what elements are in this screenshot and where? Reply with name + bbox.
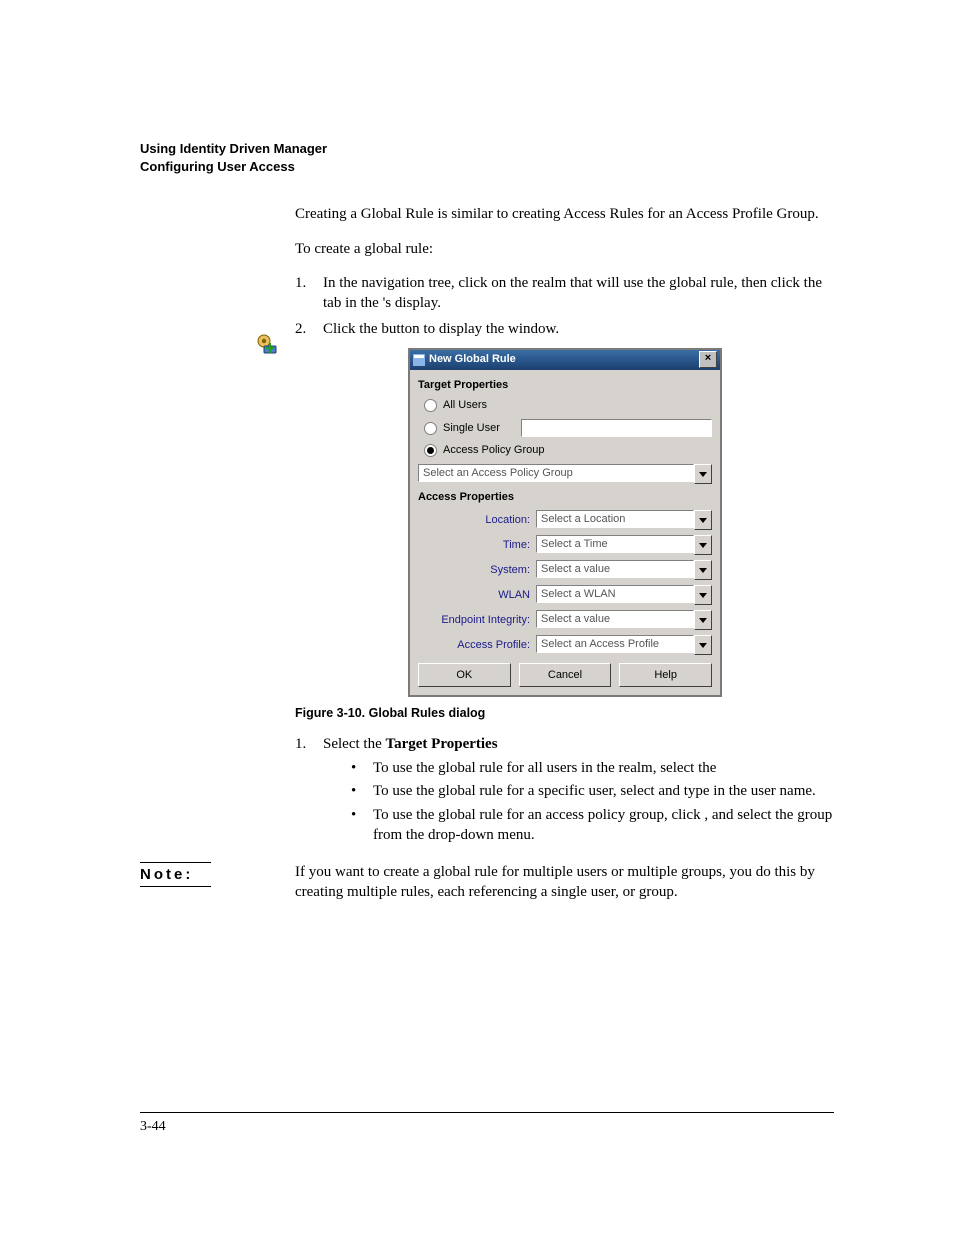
- property-row: System:Select a value: [418, 560, 712, 580]
- access-properties-label: Access Properties: [418, 490, 712, 505]
- step-number: 1.: [295, 734, 323, 848]
- property-select[interactable]: Select a Location: [536, 510, 712, 530]
- help-button[interactable]: Help: [619, 663, 712, 687]
- lead-paragraph: To create a global rule:: [295, 239, 835, 259]
- chevron-down-icon: [694, 585, 712, 605]
- property-row: Access Profile:Select an Access Profile: [418, 635, 712, 655]
- property-select[interactable]: Select a Time: [536, 535, 712, 555]
- property-row: WLANSelect a WLAN: [418, 585, 712, 605]
- page-footer: 3-44: [140, 1112, 834, 1135]
- chevron-down-icon: [694, 610, 712, 630]
- step-item: 1. Select the Target Properties To use t…: [295, 734, 835, 848]
- step-number: 1.: [295, 273, 323, 314]
- property-label: Endpoint Integrity:: [418, 613, 536, 628]
- step-number: 2.: [295, 319, 323, 339]
- select-value: Select an Access Policy Group: [418, 464, 694, 482]
- chevron-down-icon: [694, 510, 712, 530]
- property-row: Endpoint Integrity:Select a value: [418, 610, 712, 630]
- radio-label: Single User: [443, 421, 515, 436]
- note-block: Note: If you want to create a global rul…: [140, 862, 834, 903]
- select-value: Select a value: [536, 560, 694, 578]
- select-value: Select a WLAN: [536, 585, 694, 603]
- bullet-item: To use the global rule for all users in …: [351, 758, 835, 778]
- step-item: 1. In the navigation tree, click on the …: [295, 273, 835, 314]
- step-text: In the navigation tree, click on the rea…: [323, 273, 835, 314]
- select-value: Select a value: [536, 610, 694, 628]
- bullet-item: To use the global rule for a specific us…: [351, 781, 835, 801]
- note-text: If you want to create a global rule for …: [295, 862, 834, 903]
- chevron-down-icon: [694, 535, 712, 555]
- cancel-button[interactable]: Cancel: [519, 663, 612, 687]
- radio-access-policy-group[interactable]: Access Policy Group: [424, 443, 712, 458]
- property-label: WLAN: [418, 588, 536, 603]
- new-rule-icon: [256, 333, 278, 355]
- radio-single-user[interactable]: Single User: [424, 419, 712, 437]
- target-properties-label: Target Properties: [418, 378, 712, 393]
- close-icon: ×: [705, 352, 711, 364]
- ok-button[interactable]: OK: [418, 663, 511, 687]
- chevron-down-icon: [694, 464, 712, 484]
- property-select[interactable]: Select a value: [536, 560, 712, 580]
- property-label: Access Profile:: [418, 638, 536, 653]
- chevron-down-icon: [694, 560, 712, 580]
- page-number: 3-44: [140, 1119, 166, 1134]
- radio-label: Access Policy Group: [443, 443, 544, 458]
- property-select[interactable]: Select a WLAN: [536, 585, 712, 605]
- page-header: Using Identity Driven Manager Configurin…: [140, 140, 834, 176]
- property-label: Time:: [418, 538, 536, 553]
- radio-all-users[interactable]: All Users: [424, 398, 712, 413]
- step-item: 2. Click the button to display the windo…: [295, 319, 835, 339]
- property-row: Time:Select a Time: [418, 535, 712, 555]
- close-button[interactable]: ×: [699, 351, 717, 368]
- select-value: Select a Location: [536, 510, 694, 528]
- property-label: Location:: [418, 513, 536, 528]
- chevron-down-icon: [694, 635, 712, 655]
- step-text: Click the button to display the window.: [323, 319, 835, 339]
- header-line-1: Using Identity Driven Manager: [140, 140, 834, 158]
- property-row: Location:Select a Location: [418, 510, 712, 530]
- radio-icon: [424, 422, 437, 435]
- app-icon: [413, 354, 425, 366]
- radio-label: All Users: [443, 398, 487, 413]
- select-value: Select an Access Profile: [536, 635, 694, 653]
- step-text: Select the Target Properties To use the …: [323, 734, 835, 848]
- header-line-2: Configuring User Access: [140, 158, 834, 176]
- property-select[interactable]: Select a value: [536, 610, 712, 630]
- note-label: Note:: [140, 862, 211, 887]
- dialog-title: New Global Rule: [429, 352, 516, 367]
- select-value: Select a Time: [536, 535, 694, 553]
- radio-icon: [424, 444, 437, 457]
- property-label: System:: [418, 563, 536, 578]
- property-select[interactable]: Select an Access Profile: [536, 635, 712, 655]
- dialog-titlebar[interactable]: New Global Rule ×: [410, 350, 720, 370]
- single-user-input[interactable]: [521, 419, 712, 437]
- bullet-item: To use the global rule for an access pol…: [351, 805, 835, 846]
- new-global-rule-dialog: New Global Rule × Target Properties All …: [408, 348, 722, 697]
- figure-caption: Figure 3-10. Global Rules dialog: [295, 705, 835, 722]
- intro-paragraph: Creating a Global Rule is similar to cre…: [295, 204, 835, 224]
- radio-icon: [424, 399, 437, 412]
- access-policy-group-select[interactable]: Select an Access Policy Group: [418, 464, 712, 484]
